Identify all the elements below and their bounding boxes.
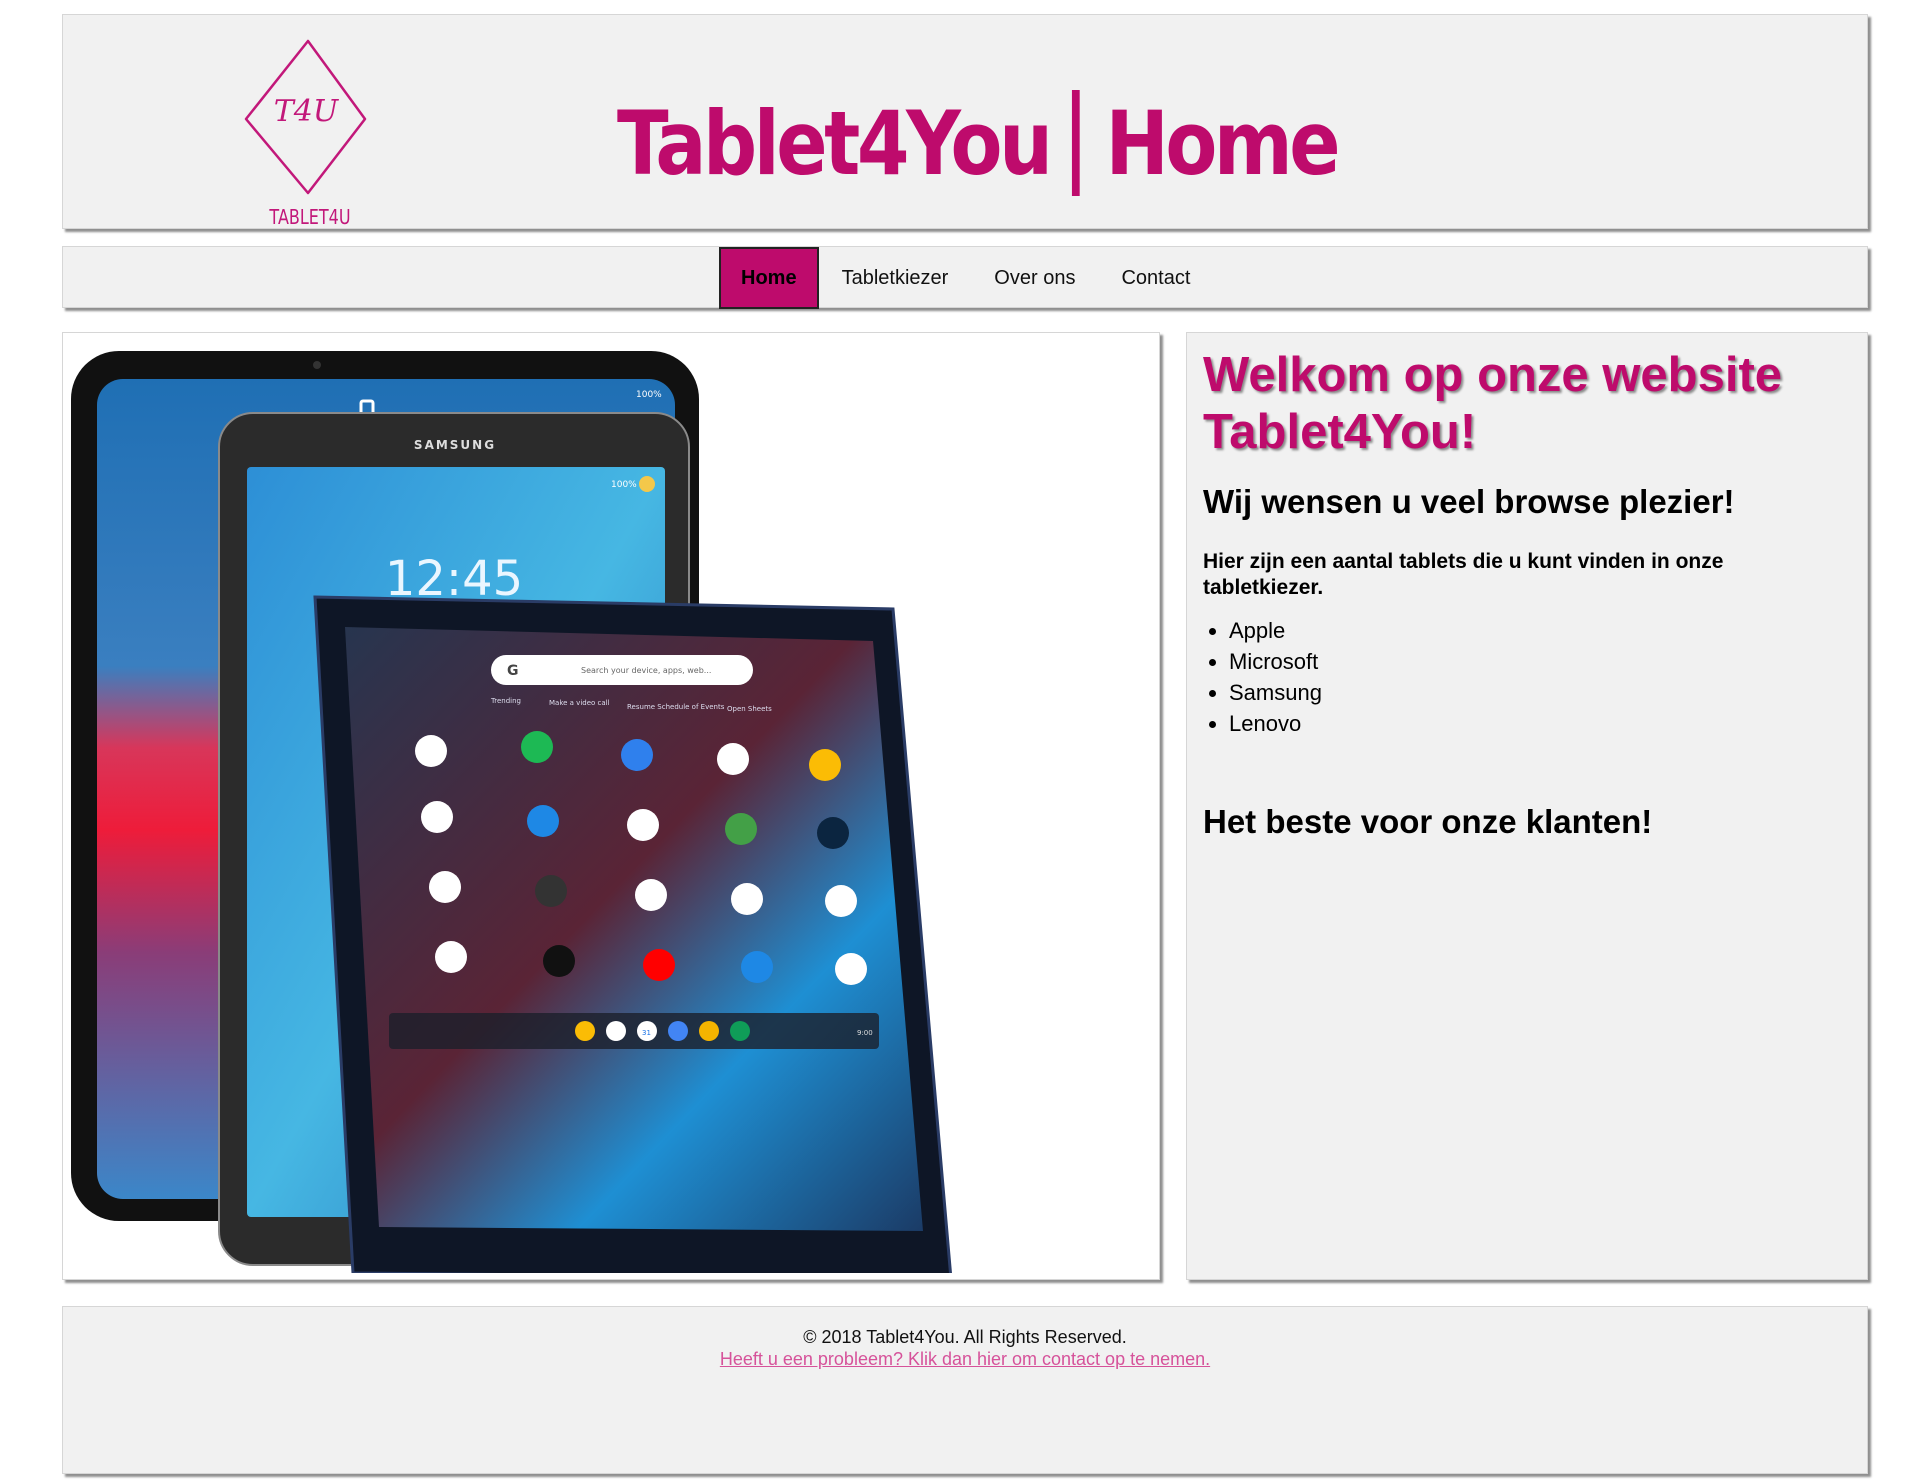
welcome-title: Welkom op onze website Tablet4You!: [1203, 348, 1783, 459]
site-title-brand: Tablet4You: [617, 91, 1053, 195]
slogan: Het beste voor onze klanten!: [1203, 803, 1653, 840]
svg-text:Search your device, apps, web.: Search your device, apps, web...: [581, 666, 711, 675]
brand-item-samsung: Samsung: [1229, 677, 1322, 708]
nav-item-contact[interactable]: Contact: [1098, 247, 1213, 309]
svg-text:SAMSUNG: SAMSUNG: [414, 438, 496, 452]
main-navigation: Home Tabletkiezer Over ons Contact: [62, 246, 1868, 309]
svg-text:100%: 100%: [636, 390, 662, 400]
welcome-panel: Welkom op onze website Tablet4You! Wij w…: [1186, 332, 1868, 1280]
welcome-subtitle: Wij wensen u veel browse plezier!: [1203, 483, 1735, 520]
nav-item-over-ons[interactable]: Over ons: [971, 247, 1098, 309]
pixel-tablet: G Search your device, apps, web... Trend…: [313, 595, 952, 1273]
svg-text:Trending: Trending: [490, 697, 521, 705]
title-separator: [1071, 90, 1080, 196]
svg-text:9:00: 9:00: [857, 1029, 873, 1037]
svg-text:31: 31: [642, 1029, 651, 1037]
hero-image-panel: 100% SAMSUNG 12:45 100% G Search your de…: [62, 332, 1160, 1280]
logo-wordmark: TABLET4U: [269, 206, 351, 225]
brand-item-lenovo: Lenovo: [1229, 708, 1322, 739]
tablets-intro: Hier zijn een aantal tablets die u kunt …: [1203, 550, 1724, 599]
brand-item-microsoft: Microsoft: [1229, 646, 1322, 677]
page-title: Tablet4You Home: [617, 73, 1341, 213]
nav-item-home[interactable]: Home: [719, 247, 819, 309]
tablet4u-logo[interactable]: T4U TABLET4U: [238, 21, 388, 225]
nav-item-tabletkiezer[interactable]: Tabletkiezer: [819, 247, 972, 309]
tablets-image: 100% SAMSUNG 12:45 100% G Search your de…: [71, 351, 952, 1273]
svg-text:100%: 100%: [611, 480, 637, 490]
site-title-page: Home: [1105, 91, 1340, 195]
svg-text:Open Sheets: Open Sheets: [727, 705, 772, 713]
svg-text:Resume Schedule of Events: Resume Schedule of Events: [627, 703, 725, 711]
copyright-text: © 2018 Tablet4You. All Rights Reserved.: [803, 1327, 1127, 1347]
contact-link[interactable]: Heeft u een probleem? Klik dan hier om c…: [720, 1349, 1210, 1369]
site-header: T4U TABLET4U Tablet4You Home: [62, 14, 1868, 229]
brand-list: Apple Microsoft Samsung Lenovo: [1229, 615, 1322, 739]
svg-text:Make a video call: Make a video call: [549, 699, 610, 707]
brand-item-apple: Apple: [1229, 615, 1322, 646]
contact-link-wrapper: Heeft u een probleem? Klik dan hier om c…: [63, 1349, 1867, 1370]
svg-text:G: G: [507, 663, 519, 679]
logo-monogram: T4U: [274, 94, 340, 129]
nav-list: Home Tabletkiezer Over ons Contact: [719, 247, 1213, 309]
site-footer: © 2018 Tablet4You. All Rights Reserved. …: [62, 1306, 1868, 1474]
